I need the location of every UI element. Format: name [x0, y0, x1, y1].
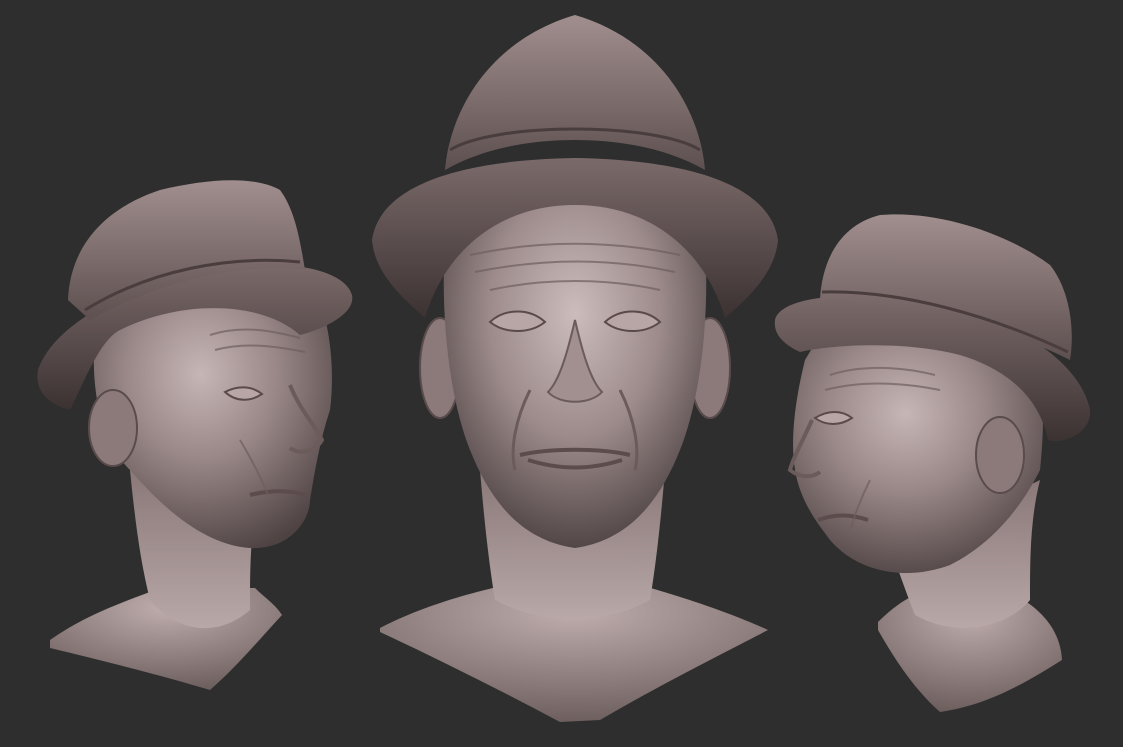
viewport-canvas [0, 0, 1123, 747]
left-three-quarter-view [37, 180, 353, 690]
right-ear [975, 416, 1025, 494]
render-svg [37, 15, 1091, 722]
right-three-quarter-view [774, 214, 1091, 712]
front-view [372, 15, 778, 722]
left-ear [88, 389, 138, 467]
front-hat-crown [445, 15, 705, 170]
